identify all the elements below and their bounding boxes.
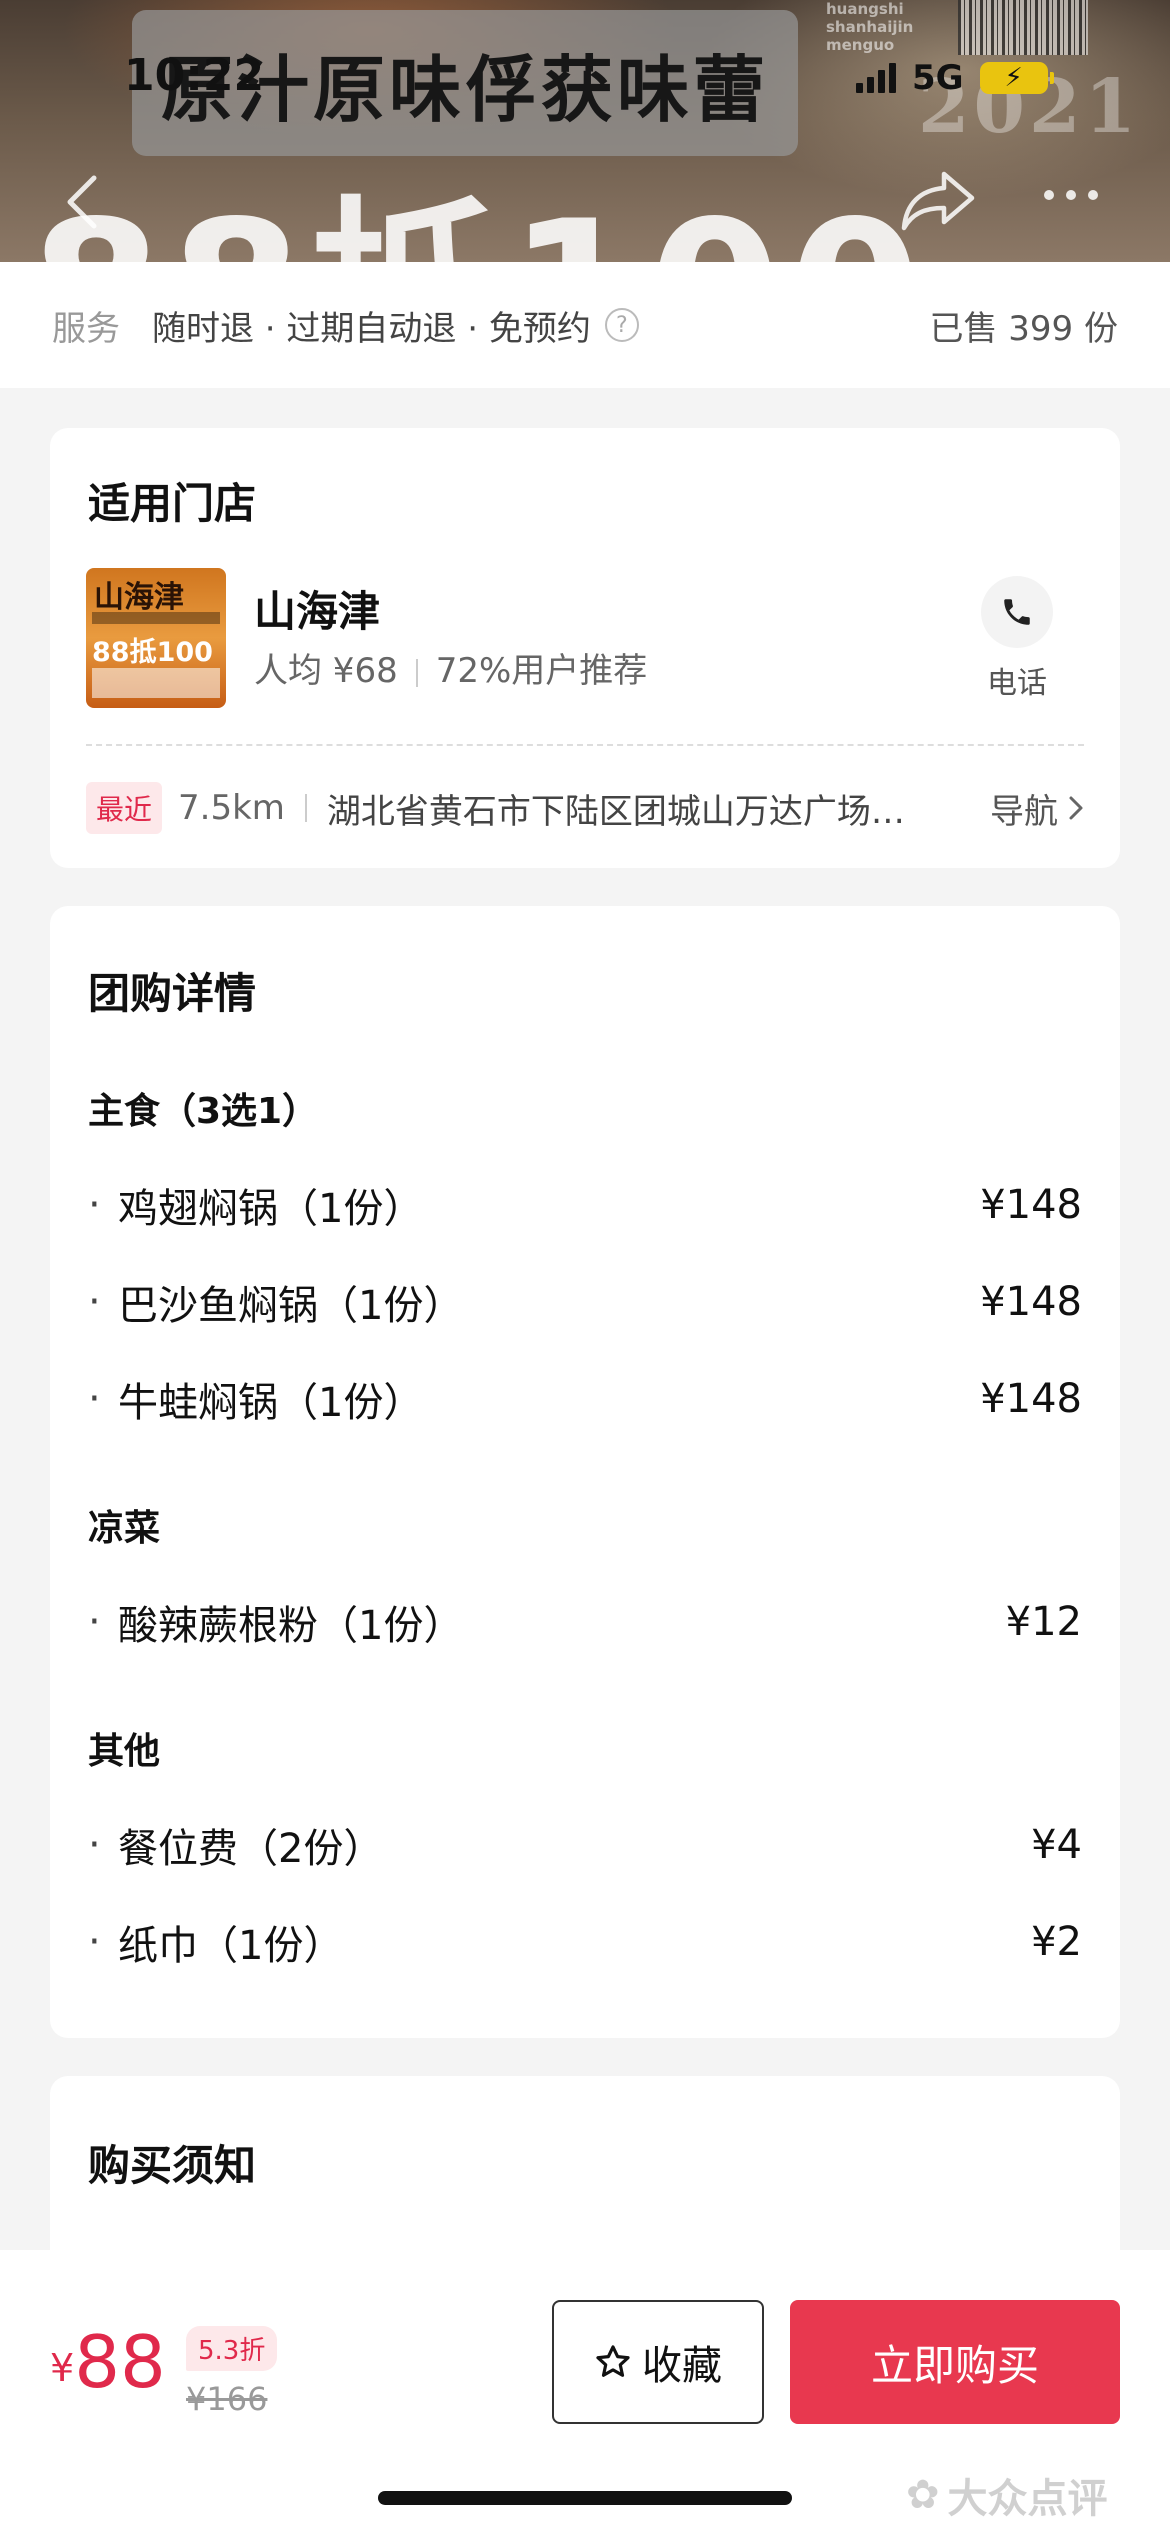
group-title: 其他 (88, 1731, 161, 1772)
price-value: 88 (74, 2320, 166, 2404)
service-tags: 随时退 · 过期自动退 · 免预约 (152, 308, 591, 349)
buy-now-label: 立即购买 (870, 2340, 1039, 2390)
store-thumbnail-title: 山海津 (94, 580, 184, 615)
divider (86, 744, 1084, 746)
phone-button[interactable]: 电话 (962, 576, 1072, 706)
chevron-right-icon (1069, 796, 1083, 820)
list-item: · 牛蛙焖锅（1份） ¥148 (88, 1374, 1082, 1426)
service-label: 服务 (52, 308, 120, 349)
item-price: ¥2 (1031, 1919, 1082, 1965)
sold-count: 已售 399 份 (929, 308, 1118, 349)
signal-icon (856, 63, 896, 93)
hero-pinyin-line: huangshi (826, 0, 904, 18)
list-item: · 巴沙鱼焖锅（1份） ¥148 (88, 1277, 1082, 1329)
details-title: 团购详情 (88, 969, 257, 1018)
store-card: 适用门店 山海津 88抵100 山海津 人均 ¥68 72%用户推荐 电话 最近 … (50, 428, 1120, 868)
watermark-logo-icon: ✿ (906, 2472, 940, 2518)
service-row: 服务 随时退 · 过期自动退 · 免预约 ? 已售 399 份 (0, 262, 1170, 388)
address-row[interactable]: 最近 7.5km 湖北省黄石市下陆区团城山万达广场… 导航 (86, 776, 1084, 840)
recommend-rate: 72%用户推荐 (435, 651, 648, 691)
store-thumbnail-offer: 88抵100 (92, 637, 213, 668)
hero-pinyin-line: shanhaijin (826, 18, 914, 36)
item-price: ¥148 (980, 1182, 1082, 1228)
store-thumbnail[interactable]: 山海津 88抵100 (86, 568, 226, 708)
navigate-link[interactable]: 导航 (990, 784, 1084, 833)
list-item: · 餐位费（2份） ¥4 (88, 1820, 1082, 1872)
discount-badge: 5.3折 (186, 2326, 278, 2371)
home-indicator[interactable] (378, 2491, 792, 2505)
address: 湖北省黄石市下陆区团城山万达广场… (326, 791, 905, 832)
group-title: 凉菜 (88, 1508, 161, 1549)
help-icon[interactable]: ? (604, 308, 639, 342)
list-item: · 纸巾（1份） ¥2 (88, 1917, 1082, 1969)
deal-details-card: 团购详情 主食（3选1） · 鸡翅焖锅（1份） ¥148 · 巴沙鱼焖锅（1份） ¥14… (50, 906, 1120, 2038)
list-item: · 鸡翅焖锅（1份） ¥148 (88, 1180, 1082, 1232)
status-time: 10:22 (124, 50, 265, 101)
share-icon[interactable] (900, 168, 976, 232)
hero-barcode (958, 0, 1088, 55)
phone-icon (981, 576, 1053, 648)
group-title: 主食（3选1） (88, 1091, 319, 1132)
phone-label: 电话 (987, 666, 1047, 701)
store-section-title: 适用门店 (88, 479, 257, 528)
network-label: 5G (912, 58, 964, 98)
price-currency: ¥ (50, 2346, 75, 2390)
original-price: ¥166 (186, 2380, 268, 2418)
price: ¥ 88 (50, 2326, 166, 2398)
item-price: ¥148 (980, 1279, 1082, 1325)
distance: 7.5km (178, 788, 285, 828)
notice-title: 购买须知 (88, 2141, 257, 2190)
store-name[interactable]: 山海津 (254, 578, 380, 639)
favorite-label: 收藏 (642, 2343, 722, 2389)
item-name: 鸡翅焖锅（1份） (118, 1186, 424, 1232)
buy-now-button[interactable]: 立即购买 (790, 2300, 1120, 2424)
item-price: ¥4 (1031, 1822, 1082, 1868)
back-icon[interactable] (58, 172, 108, 232)
item-name: 餐位费（2份） (118, 1826, 384, 1872)
item-price: ¥12 (1005, 1599, 1082, 1645)
item-price: ¥148 (980, 1376, 1082, 1422)
favorite-button[interactable]: 收藏 (552, 2300, 764, 2424)
status-indicators: 5G ⚡ (856, 58, 1054, 98)
more-icon[interactable] (1044, 190, 1104, 210)
star-icon (596, 2345, 630, 2377)
watermark: ✿ 大众点评 (906, 2466, 1108, 2524)
item-name: 酸辣蕨根粉（1份） (118, 1603, 464, 1649)
hero-big-text: 88抵100 (30, 196, 929, 263)
nearest-badge: 最近 (86, 782, 163, 834)
item-name: 纸巾（1份） (118, 1923, 344, 1969)
store-meta: 人均 ¥68 72%用户推荐 (254, 643, 647, 692)
hero-image: 原汁原味俘获味蕾 huangshi shanhaijin menguo 2021… (0, 0, 1170, 262)
item-name: 巴沙鱼焖锅（1份） (118, 1283, 464, 1329)
navigate-label: 导航 (990, 791, 1058, 832)
hero-pinyin-line: menguo (826, 36, 895, 54)
avg-price: 人均 ¥68 (254, 651, 398, 691)
item-name: 牛蛙焖锅（1份） (118, 1380, 424, 1426)
list-item: · 酸辣蕨根粉（1份） ¥12 (88, 1597, 1082, 1649)
watermark-text: 大众点评 (947, 2476, 1108, 2522)
battery-icon: ⚡ (979, 62, 1054, 94)
hero-pinyin: huangshi shanhaijin menguo (826, 0, 913, 54)
